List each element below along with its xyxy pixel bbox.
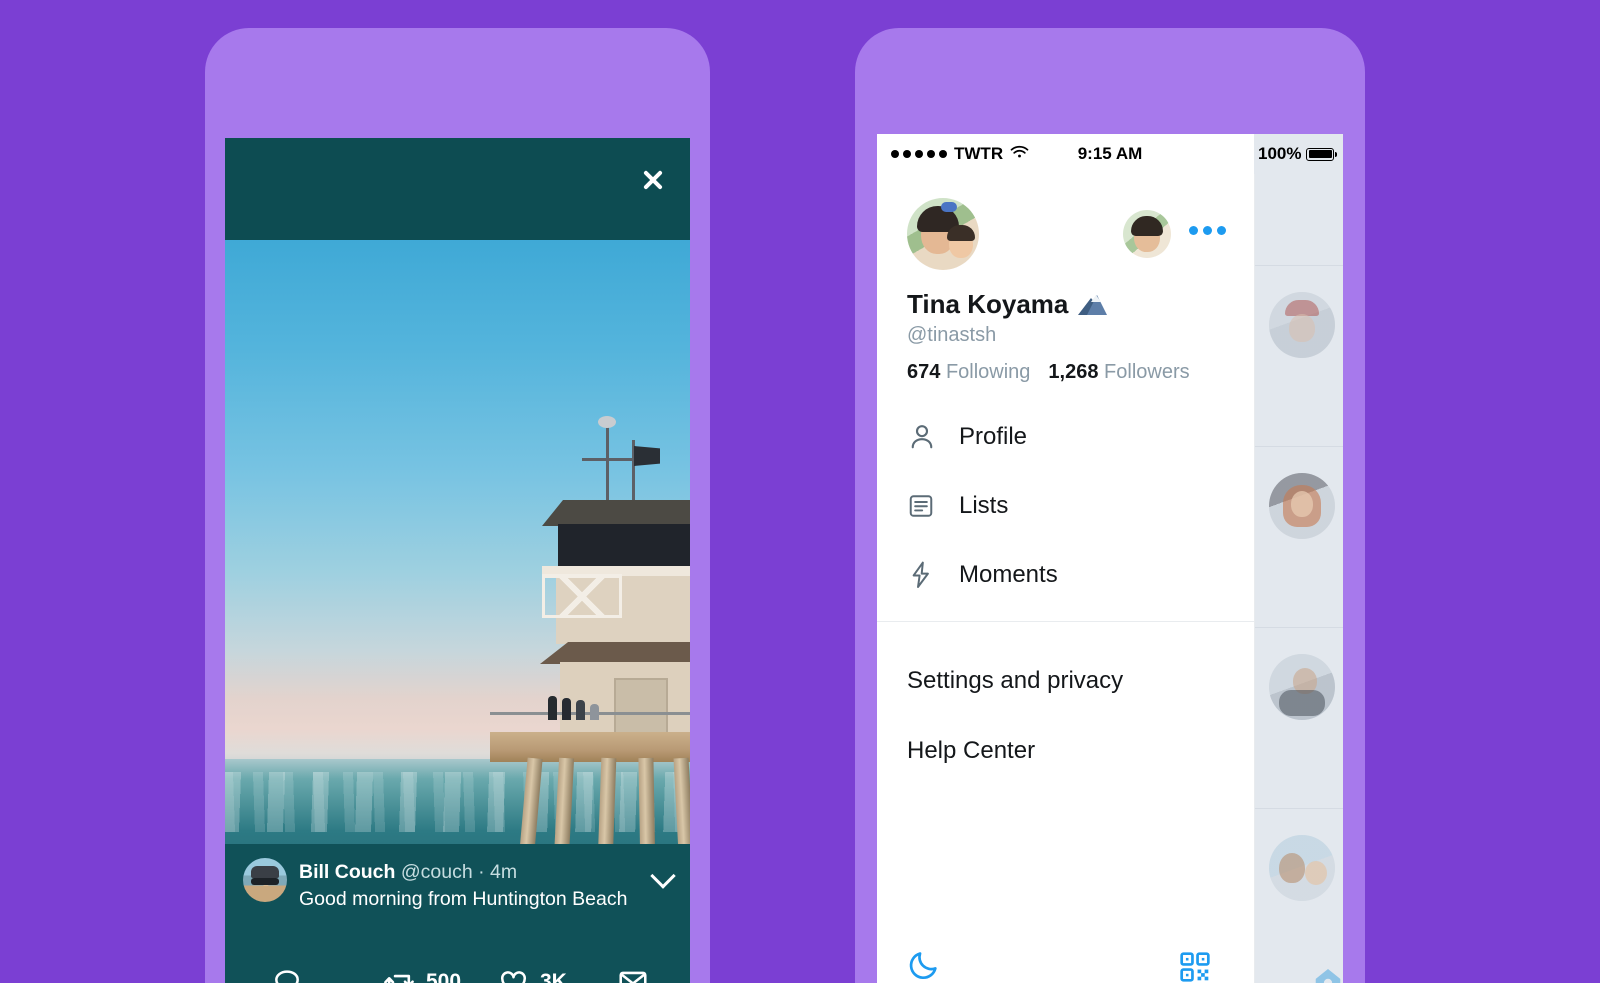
- flag: [634, 446, 660, 466]
- profile-avatar[interactable]: [907, 198, 979, 270]
- list-item[interactable]: [1255, 447, 1343, 628]
- tower-railing: [542, 574, 622, 618]
- menu-item-label: Settings and privacy: [907, 667, 1124, 694]
- tweet-detail-footer: Bill Couch @couch · 4m Good morning from…: [225, 844, 690, 983]
- profile-name-row: Tina Koyama: [907, 289, 1108, 320]
- menu-divider: [877, 621, 1254, 622]
- person-icon: [907, 422, 943, 452]
- person: [562, 698, 571, 720]
- tweet-display-name[interactable]: Bill Couch: [299, 861, 395, 883]
- retweet-count: 500: [426, 970, 462, 983]
- tweet-handle[interactable]: @couch: [401, 861, 473, 883]
- person: [590, 704, 599, 720]
- retweet-button[interactable]: 500: [382, 966, 461, 983]
- reply-button[interactable]: [271, 966, 313, 983]
- menu-item-moments[interactable]: Moments: [877, 540, 1254, 609]
- drawer-menu-secondary: Settings and privacy Help Center: [877, 646, 1254, 786]
- battery-icon: [1306, 147, 1338, 161]
- timeline-avatar-3[interactable]: [1269, 654, 1335, 720]
- menu-item-label: Moments: [959, 560, 1058, 588]
- pier-people: [546, 696, 606, 720]
- followers-label: Followers: [1104, 361, 1190, 383]
- menu-item-lists[interactable]: Lists: [877, 471, 1254, 540]
- pier-deck: [490, 732, 690, 762]
- account-drawer: Tina Koyama @tinastsh 674 Following 1,26…: [877, 174, 1255, 983]
- moon-icon[interactable]: [907, 948, 941, 983]
- close-icon[interactable]: [638, 165, 668, 195]
- tower-windows: [558, 524, 690, 566]
- home-icon[interactable]: [1311, 965, 1343, 983]
- menu-item-label: Profile: [959, 422, 1028, 450]
- profile-handle: @tinastsh: [907, 324, 997, 346]
- menu-item-help-center[interactable]: Help Center: [877, 716, 1254, 786]
- profile-display-name[interactable]: Tina Koyama: [907, 289, 1068, 320]
- antenna-sphere: [598, 416, 616, 428]
- photo-topbar: [225, 138, 690, 240]
- direct-message-button[interactable]: [617, 966, 659, 983]
- drawer-footer: [877, 926, 1254, 983]
- menu-item-label: Lists: [959, 491, 1009, 519]
- tweet-header-row: Bill Couch @couch · 4m Good morning from…: [243, 858, 676, 913]
- tweet-text-block: Bill Couch @couch · 4m Good morning from…: [299, 858, 638, 913]
- antenna-mast: [606, 424, 609, 502]
- pier-structure: [490, 414, 690, 844]
- phone-left: Bill Couch @couch · 4m Good morning from…: [205, 28, 710, 983]
- drawer-header: [877, 174, 1254, 274]
- tweet-actions: 500 3K: [225, 960, 690, 983]
- tower-roof: [542, 500, 690, 526]
- qr-code-icon[interactable]: [1178, 950, 1212, 983]
- reply-icon: [271, 966, 303, 983]
- list-item[interactable]: [1255, 809, 1343, 983]
- followers-count: 1,268: [1048, 361, 1099, 383]
- tweet-timestamp: 4m: [490, 861, 518, 883]
- like-icon: [497, 966, 530, 983]
- status-bar-right: 100%: [1254, 134, 1343, 174]
- list-icon: [907, 492, 943, 520]
- menu-item-settings-and-privacy[interactable]: Settings and privacy: [877, 646, 1254, 716]
- lower-roof: [540, 642, 690, 664]
- following-count: 674: [907, 361, 941, 383]
- avatar[interactable]: [243, 858, 287, 902]
- timeline-peek-spacer: [1255, 174, 1343, 266]
- pier-piling: [594, 757, 617, 844]
- following-stat[interactable]: 674 Following: [907, 361, 1030, 384]
- pier-piling: [673, 757, 690, 844]
- status-bar: TWTR 9:15 AM 100%: [877, 134, 1343, 174]
- timeline-avatar-2[interactable]: [1269, 473, 1335, 539]
- pier-piling: [548, 757, 575, 844]
- dm-icon: [617, 966, 649, 983]
- list-item[interactable]: [1255, 628, 1343, 809]
- retweet-icon: [382, 966, 416, 983]
- more-options-icon[interactable]: [1189, 226, 1226, 235]
- menu-item-label: Help Center: [907, 737, 1036, 764]
- profile-stats: 674 Following 1,268 Followers: [907, 361, 1190, 384]
- photo-tweet-screen: Bill Couch @couch · 4m Good morning from…: [225, 138, 690, 983]
- battery-percent-label: 100%: [1258, 144, 1302, 163]
- timeline-avatar-1[interactable]: [1269, 292, 1335, 358]
- drawer-menu: Profile Lists Moments Settings and priva…: [877, 402, 1254, 786]
- lightning-icon: [907, 560, 943, 590]
- like-count: 3K: [540, 970, 567, 983]
- like-button[interactable]: 3K: [497, 966, 567, 983]
- followers-stat[interactable]: 1,268 Followers: [1048, 361, 1189, 384]
- timeline-avatar-4[interactable]: [1269, 835, 1335, 901]
- tweet-body: Good morning from Huntington Beach: [299, 887, 628, 910]
- person: [576, 700, 585, 720]
- tweet-separator: ·: [478, 861, 485, 883]
- pier-piling: [638, 757, 657, 844]
- tweet-meta-line: Bill Couch @couch · 4m: [299, 860, 638, 885]
- list-item[interactable]: [1255, 266, 1343, 447]
- account-drawer-screen: TWTR 9:15 AM 100% Tina Koyama @tinastsh …: [877, 134, 1343, 983]
- mountain-emoji: [1078, 294, 1108, 315]
- following-label: Following: [945, 361, 1031, 383]
- menu-item-profile[interactable]: Profile: [877, 402, 1254, 471]
- alternate-account-avatar[interactable]: [1123, 210, 1171, 258]
- phone-right: TWTR 9:15 AM 100% Tina Koyama @tinastsh …: [855, 28, 1365, 983]
- chevron-down-icon[interactable]: [650, 862, 676, 888]
- tweet-photo[interactable]: [225, 240, 690, 844]
- timeline-peek[interactable]: [1255, 174, 1343, 983]
- person: [548, 696, 557, 720]
